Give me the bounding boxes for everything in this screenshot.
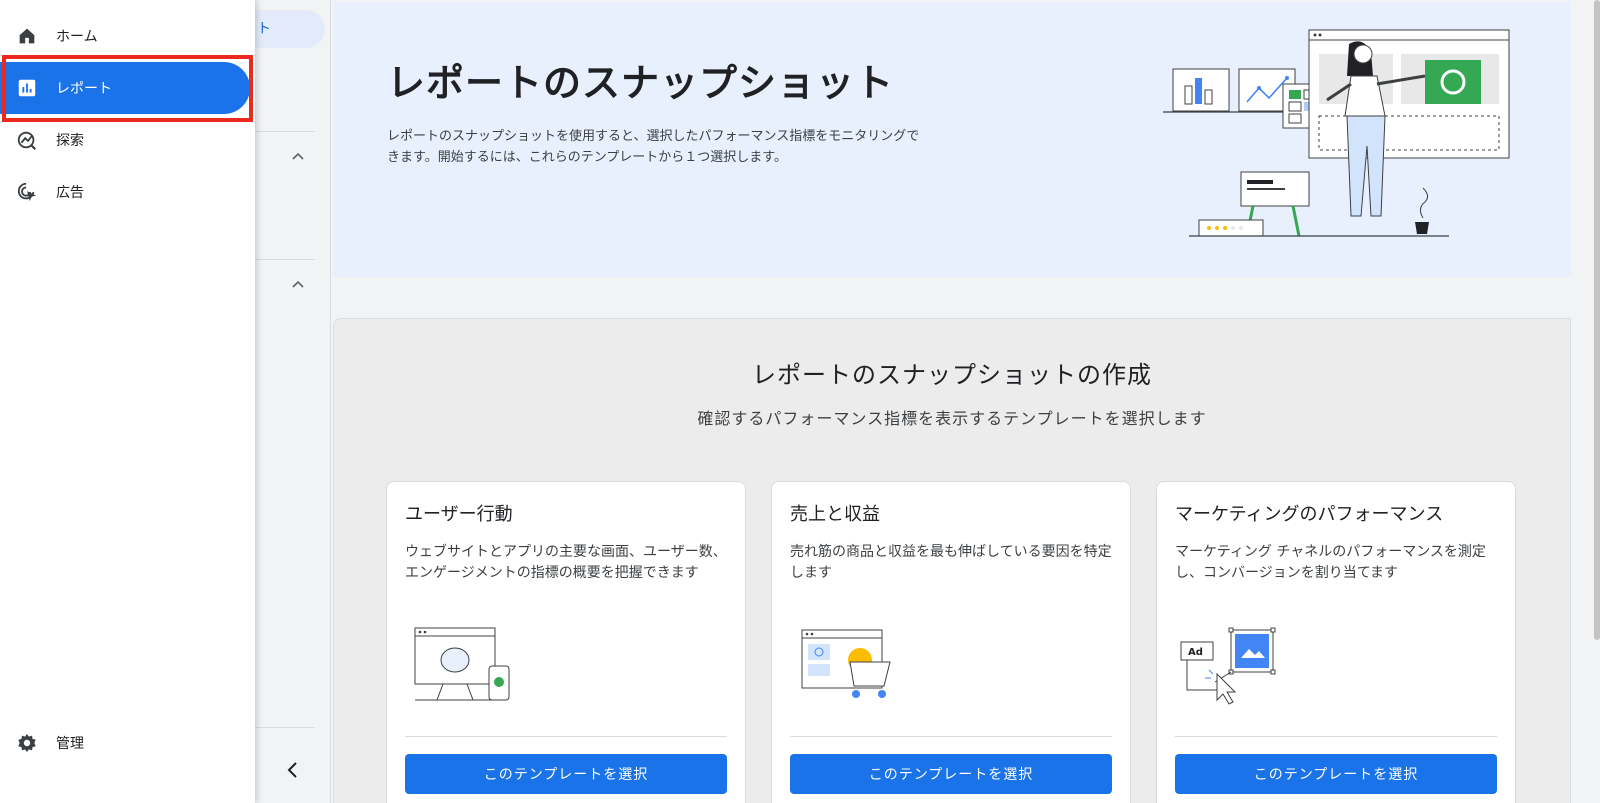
template-card-marketing-performance: マーケティングのパフォーマンス マーケティング チャネルのパフォーマンスを測定し… [1156,481,1516,803]
select-template-button[interactable]: このテンプレートを選択 [405,754,727,794]
nav-item-advertising[interactable]: 広告 [0,166,250,218]
divider [255,131,315,132]
divider [790,736,1112,737]
chevron-left-icon[interactable] [283,760,303,780]
card-title: ユーザー行動 [405,504,513,525]
nav-item-admin[interactable]: 管理 [0,717,250,769]
card-description: ウェブサイトとアプリの主要な画面、ユーザー数、エンゲージメントの指標の概要を把握… [405,544,727,581]
home-icon [15,24,39,48]
secondary-nav: ト [255,0,330,803]
ad-badge-text: Ad [1188,647,1203,658]
card-title: 売上と収益 [790,504,880,525]
gear-icon [15,731,39,755]
nav-item-label: ホーム [56,29,98,45]
select-template-button[interactable]: このテンプレートを選択 [1175,754,1497,794]
chevron-up-icon[interactable] [291,150,305,164]
shopping-cart-illustration [801,629,891,698]
divider [255,727,315,728]
advertising-icon [15,180,39,204]
template-section-subtitle: 確認するパフォーマンス指標を表示するテンプレートを選択します [697,409,1207,428]
ad-cursor-illustration: Ad [1180,627,1276,705]
subnav-active-item[interactable]: ト [255,10,325,48]
divider [1175,736,1497,737]
card-title: マーケティングのパフォーマンス [1175,504,1444,525]
hero-banner: レポートのスナップショット レポートのスナップショットを使用すると、選択したパフ… [333,2,1571,277]
subnav-active-label: ト [257,21,271,37]
page-title: レポートのスナップショット [387,61,895,105]
template-section-title: レポートのスナップショットの作成 [752,361,1152,389]
template-card-sales-revenue: 売上と収益 売れ筋の商品と収益を最も伸ばしている要因を特定します このテンプレー… [771,481,1131,803]
card-description: マーケティング チャネルのパフォーマンスを測定し、コンバージョンを割り当てます [1175,544,1486,581]
chevron-up-icon[interactable] [291,278,305,292]
explore-icon [15,128,39,152]
main-content: レポートのスナップショット レポートのスナップショットを使用すると、選択したパフ… [330,0,1600,803]
select-template-button[interactable]: このテンプレートを選択 [790,754,1112,794]
highlight-annotation [2,55,253,122]
nav-item-label: 広告 [56,185,84,201]
card-description: 売れ筋の商品と収益を最も伸ばしている要因を特定します [790,544,1112,581]
hero-illustration [1163,29,1510,237]
vertical-scrollbar[interactable] [1594,0,1600,640]
divider [405,736,727,737]
template-panel: レポートのスナップショットの作成 確認するパフォーマンス指標を表示するテンプレー… [333,318,1571,803]
nav-item-label: 管理 [56,736,84,752]
divider [255,259,315,260]
nav-item-label: 探索 [56,133,84,149]
template-card-user-behavior: ユーザー行動 ウェブサイトとアプリの主要な画面、ユーザー数、エンゲージメントの指… [386,481,746,803]
monitor-phone-illustration [414,627,510,701]
hero-description: レポートのスナップショットを使用すると、選択したパフォーマンス指標をモニタリング… [387,129,920,165]
